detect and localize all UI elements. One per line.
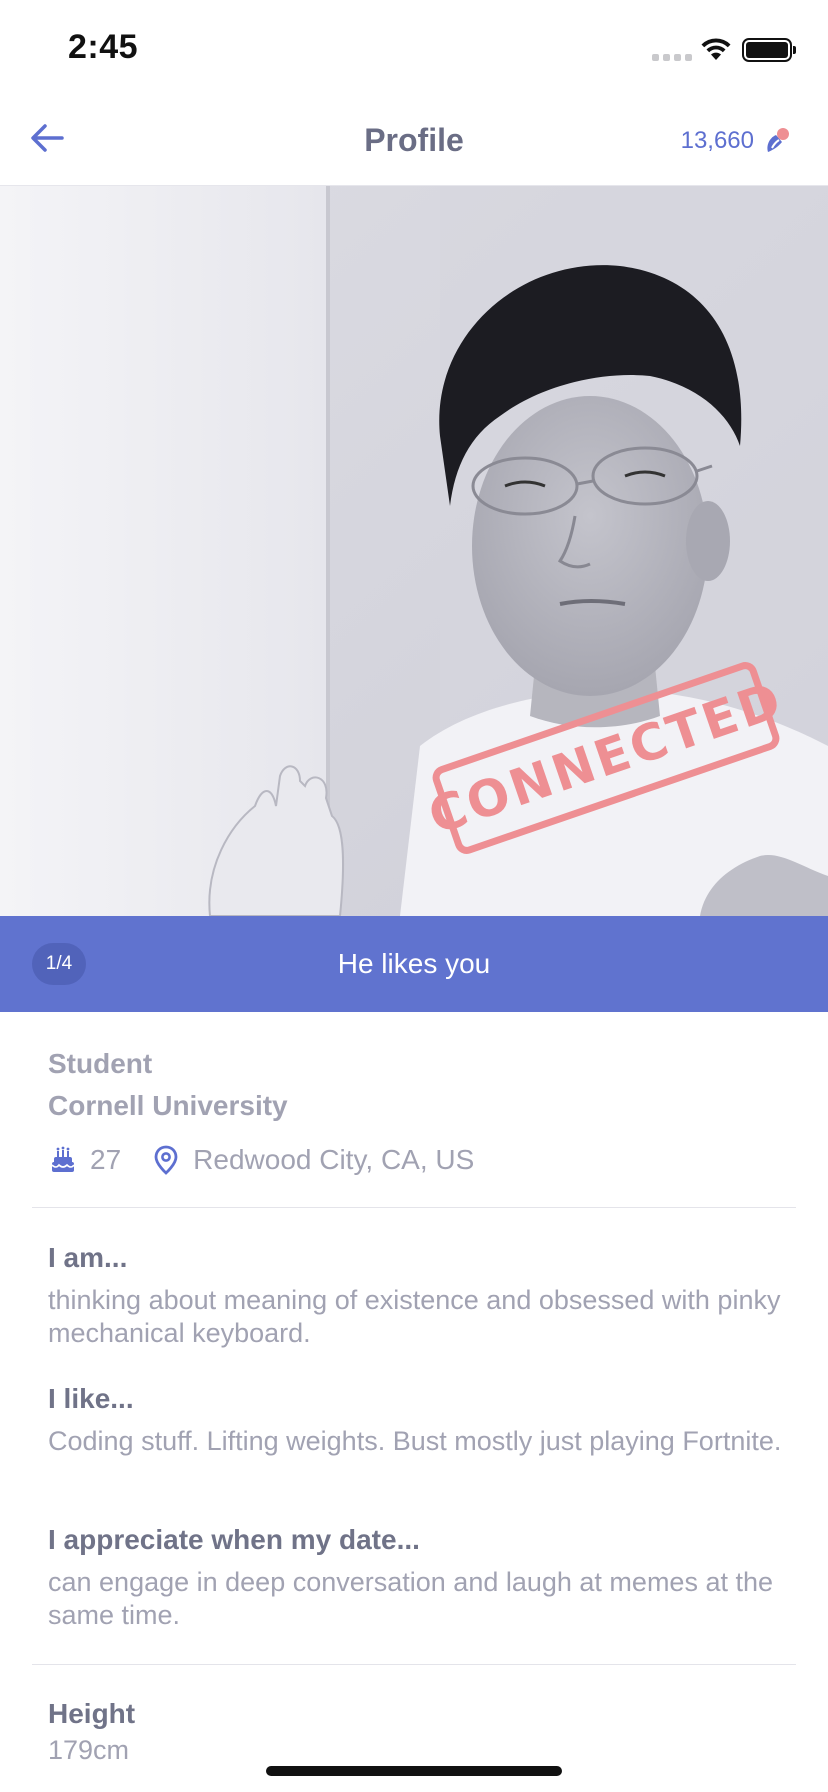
prompt-answer: Coding stuff. Lifting weights. Bust most… [48, 1426, 782, 1456]
prompt-title: I appreciate when my date... [48, 1524, 420, 1555]
prompt-i-am: I am... thinking about meaning of existe… [48, 1242, 788, 1350]
nav-bar: Profile 13,660 [0, 100, 828, 186]
credits-count: 13,660 [680, 127, 754, 154]
prompt-i-like: I like... Coding stuff. Lifting weights.… [48, 1383, 788, 1458]
cellular-signal-icon [652, 54, 692, 61]
prompt-title: I am... [48, 1242, 128, 1273]
prompt-answer: thinking about meaning of existence and … [48, 1285, 781, 1348]
wifi-icon [701, 38, 731, 60]
divider [32, 1664, 796, 1665]
height-label: Height [48, 1698, 136, 1729]
school: Cornell University [48, 1090, 288, 1121]
age-value: 27 [90, 1144, 122, 1175]
likes-you-text: He likes you [337, 948, 491, 979]
location-value: Redwood City, CA, US [193, 1144, 475, 1175]
prompt-answer: can engage in deep conversation and laug… [48, 1567, 774, 1630]
battery-icon [742, 38, 792, 62]
prompt-title: I like... [48, 1383, 134, 1414]
location-pin-icon [154, 1145, 178, 1175]
credits-balance[interactable]: 13,660 [681, 126, 792, 156]
photo-page-indicator: 1/4 [32, 943, 86, 985]
height-value: 179cm [48, 1735, 130, 1765]
home-indicator[interactable] [266, 1766, 562, 1776]
status-time: 2:45 [68, 28, 139, 66]
birthday-cake-icon [51, 1146, 75, 1172]
profile-meta-row: 27 Redwood City, CA, US [48, 1142, 474, 1178]
likes-banner: 1/4 He likes you [0, 916, 828, 1012]
divider [32, 1207, 796, 1208]
profile-photo[interactable] [0, 186, 828, 916]
credits-icon [767, 128, 789, 152]
profile-photo-image [0, 186, 828, 916]
status-bar: 2:45 [0, 0, 828, 100]
height-section: Height 179cm [48, 1698, 788, 1767]
occupation: Student [48, 1048, 153, 1079]
prompt-i-appreciate: I appreciate when my date... can engage … [48, 1524, 788, 1632]
